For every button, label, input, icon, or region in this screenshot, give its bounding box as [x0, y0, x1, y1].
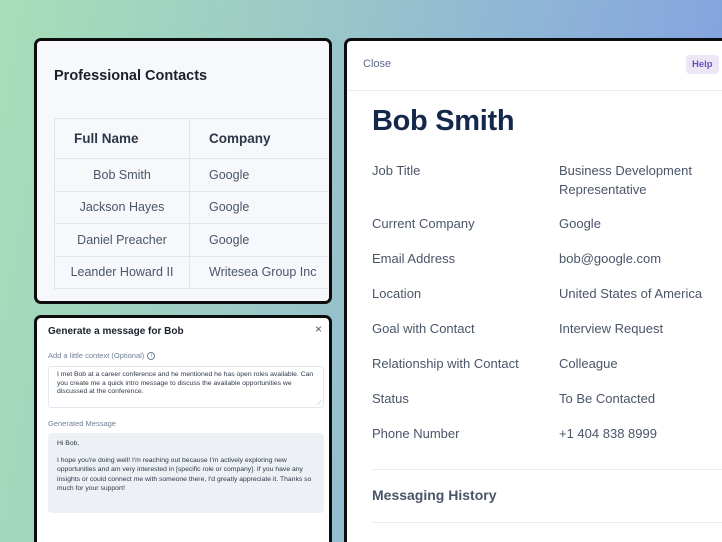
close-button[interactable]: Close: [363, 58, 391, 70]
field-row-goal: Goal with Contact Interview Request: [372, 319, 722, 338]
close-icon[interactable]: ×: [315, 322, 322, 336]
field-value: Business Development Representative: [559, 163, 692, 197]
cell-company: Writesea Group Inc: [189, 255, 329, 289]
generated-greeting: Hi Bob,: [57, 440, 80, 447]
field-label: Current Company: [372, 216, 475, 231]
generated-message-label: Generated Message: [48, 419, 116, 428]
contact-name: Bob Smith: [372, 105, 515, 137]
divider: [372, 522, 722, 523]
field-row-location: Location United States of America: [372, 284, 722, 303]
generate-message-title: Generate a message for Bob: [48, 326, 184, 337]
field-row-relationship: Relationship with Contact Colleague: [372, 354, 722, 373]
cell-full-name[interactable]: Bob Smith: [54, 158, 190, 192]
field-row-email-address: Email Address bob@google.com: [372, 249, 722, 268]
cell-full-name[interactable]: Daniel Preacher: [54, 223, 190, 257]
field-value[interactable]: +1 404 838 8999: [559, 424, 719, 443]
field-label: Email Address: [372, 251, 456, 266]
resize-handle-icon[interactable]: ⟋: [317, 400, 322, 408]
contact-fields: Job Title Business Development Represent…: [372, 161, 722, 443]
field-label: Goal with Contact: [372, 321, 475, 336]
generated-body: I hope you're doing well! I'm reaching o…: [57, 456, 312, 493]
context-input[interactable]: [48, 366, 324, 408]
field-label: Phone Number: [372, 426, 460, 441]
table-row[interactable]: Bob Smith Google: [54, 158, 329, 192]
table-header-row: Full Name Company: [54, 118, 329, 159]
contacts-table: Full Name Company Bob Smith Google Jacks…: [54, 118, 329, 289]
contacts-title: Professional Contacts: [54, 68, 208, 84]
cell-company: Google: [189, 190, 329, 224]
field-value: United States of America: [559, 286, 703, 301]
field-label: Relationship with Contact: [372, 356, 519, 371]
cell-full-name[interactable]: Leander Howard II: [54, 255, 190, 289]
cell-full-name[interactable]: Jackson Hayes: [54, 190, 190, 224]
field-value: To Be Contacted: [559, 391, 656, 406]
table-row[interactable]: Daniel Preacher Google: [54, 223, 329, 257]
context-label: Add a little context (Optional) i: [48, 351, 156, 360]
context-label-text: Add a little context (Optional): [48, 351, 145, 360]
field-value: Colleague: [559, 356, 618, 371]
info-icon[interactable]: i: [147, 351, 156, 360]
field-label: Status: [372, 391, 409, 406]
generate-message-panel: Generate a message for Bob × Add a littl…: [34, 315, 332, 542]
generated-message-box[interactable]: Hi Bob, I hope you're doing well! I'm re…: [48, 433, 324, 513]
table-row[interactable]: Leander Howard II Writesea Group Inc: [54, 255, 329, 289]
field-label: Location: [372, 286, 422, 301]
column-header-full-name[interactable]: Full Name: [54, 118, 190, 159]
field-label: Job Title: [372, 163, 421, 178]
messaging-history-heading[interactable]: Messaging History: [372, 487, 496, 503]
table-row[interactable]: Jackson Hayes Google: [54, 190, 329, 224]
details-topbar: Close Help: [347, 41, 722, 91]
field-value: Interview Request: [559, 321, 664, 336]
contact-details-panel: Close Help Bob Smith Job Title Business …: [344, 38, 722, 542]
divider: [372, 469, 722, 470]
column-header-company[interactable]: Company: [189, 118, 329, 159]
field-row-current-company: Current Company Google: [372, 214, 722, 233]
field-row-phone-number: Phone Number +1 404 838 8999: [372, 424, 722, 443]
cell-company: Google: [189, 223, 329, 257]
field-value: Google: [559, 216, 601, 231]
cell-company: Google: [189, 158, 329, 192]
field-value[interactable]: bob@google.com: [559, 249, 719, 268]
field-row-job-title: Job Title Business Development Represent…: [372, 161, 722, 199]
contacts-panel: Professional Contacts Full Name Company …: [34, 38, 332, 304]
help-button[interactable]: Help: [686, 55, 719, 74]
field-row-status: Status To Be Contacted: [372, 389, 722, 408]
